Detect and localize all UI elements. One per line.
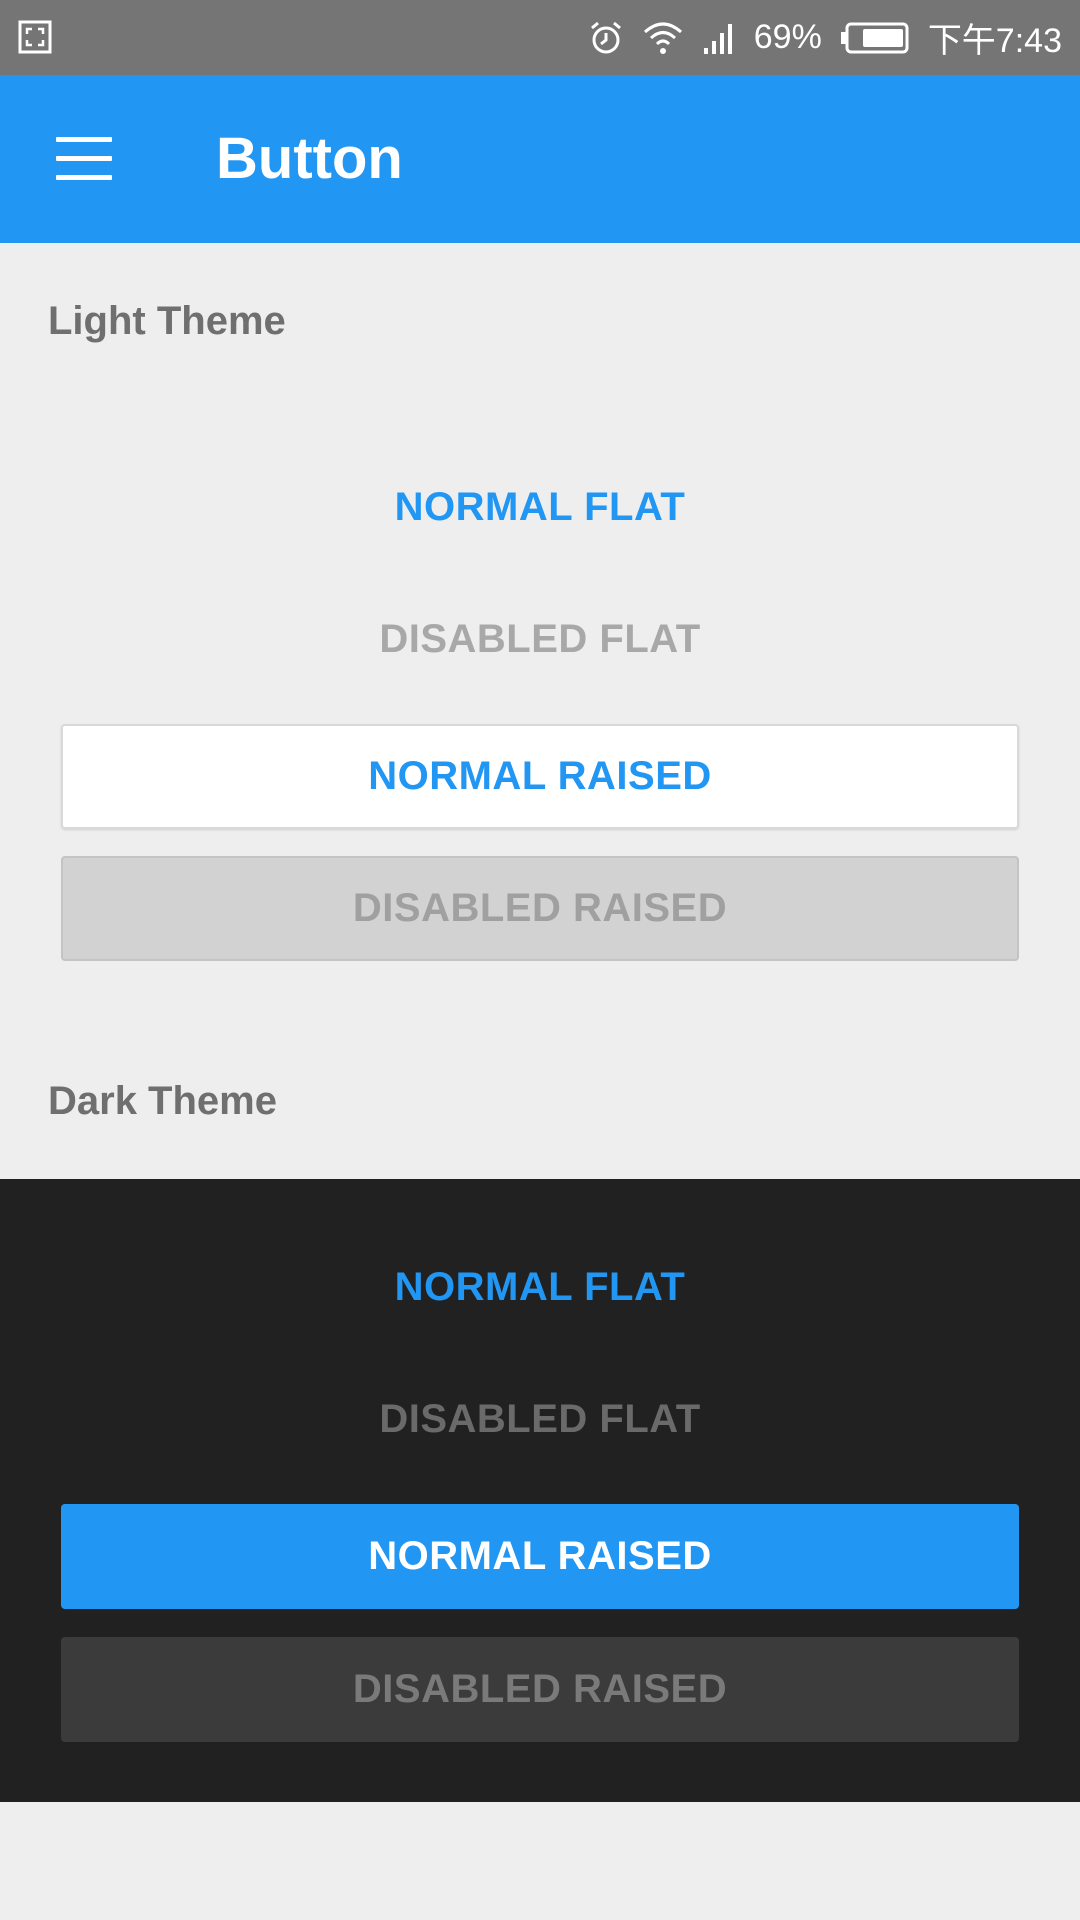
dark-theme-label: Dark Theme xyxy=(48,1079,277,1123)
screenshot-icon xyxy=(18,20,52,54)
wifi-icon xyxy=(642,20,684,56)
menu-icon[interactable] xyxy=(56,137,112,181)
battery-icon xyxy=(840,21,910,55)
light-normal-raised-button[interactable]: NORMAL RAISED xyxy=(61,724,1019,829)
alarm-icon xyxy=(588,20,624,56)
dark-disabled-raised-button: DISABLED RAISED xyxy=(61,1637,1019,1742)
light-disabled-raised-button: DISABLED RAISED xyxy=(61,856,1019,961)
battery-percent: 69% xyxy=(753,18,822,56)
dark-disabled-flat-button: DISABLED FLAT xyxy=(379,1396,701,1441)
app-bar: Button xyxy=(0,75,1080,243)
status-bar: 69% 下午7:43 xyxy=(0,0,1080,75)
clock: 下午7:43 xyxy=(927,22,1062,60)
page-title: Button xyxy=(216,126,403,191)
light-disabled-flat-button: DISABLED FLAT xyxy=(379,616,701,661)
dark-normal-raised-button[interactable]: NORMAL RAISED xyxy=(61,1504,1019,1609)
signal-icon xyxy=(702,20,736,56)
dark-normal-flat-button[interactable]: NORMAL FLAT xyxy=(340,1242,740,1332)
light-theme-label: Light Theme xyxy=(48,299,286,343)
light-normal-flat-button[interactable]: NORMAL FLAT xyxy=(340,462,740,552)
